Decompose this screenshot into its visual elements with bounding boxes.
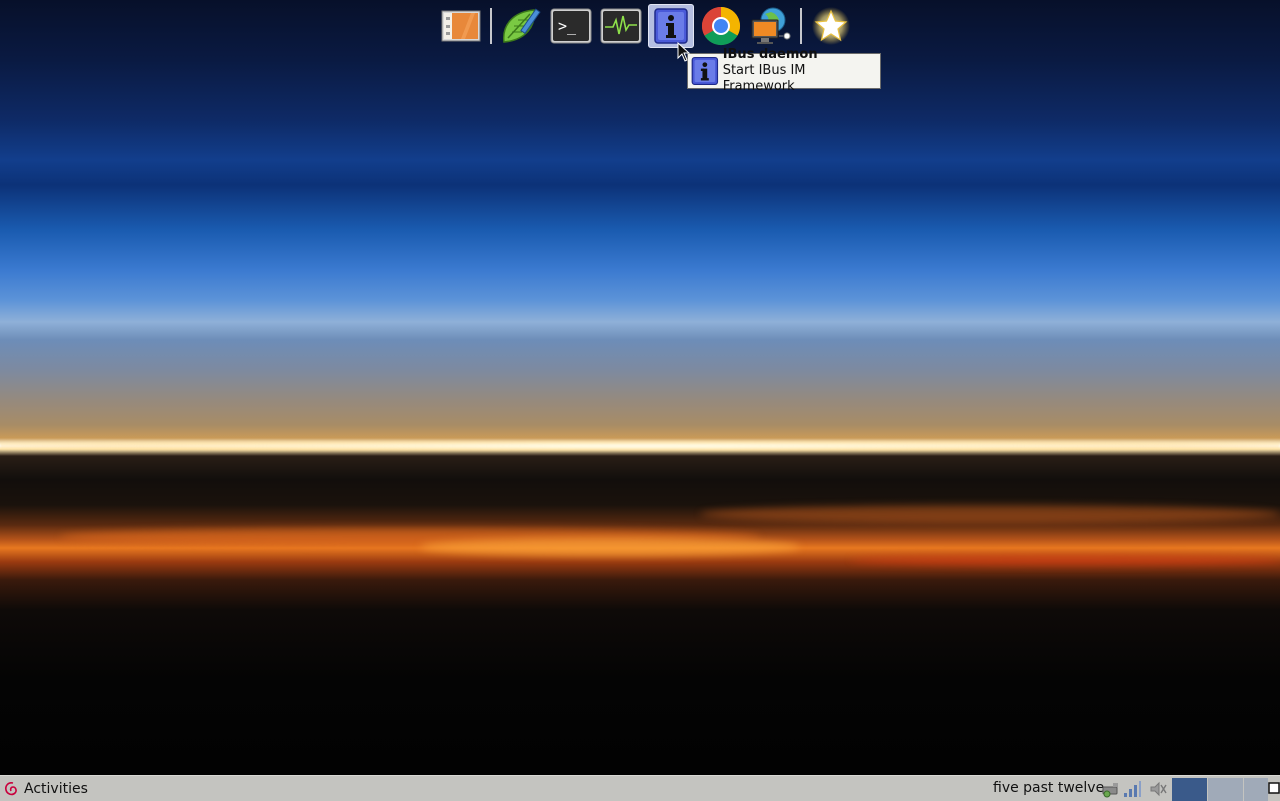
wallpaper-cloud-band: [700, 505, 1280, 523]
dock-item-file-manager[interactable]: [438, 4, 484, 48]
application-dock: >_: [436, 3, 856, 49]
activities-label: Activities: [24, 781, 88, 797]
dock-item-favorites[interactable]: [808, 4, 854, 48]
svg-text:>_: >_: [558, 17, 577, 35]
tooltip-description: Start IBus IM Framework: [722, 63, 806, 94]
info-icon: [691, 56, 719, 86]
dock-separator: [490, 8, 492, 44]
wallpaper-cloud-band: [850, 555, 1280, 565]
horizon-glow: [0, 441, 1280, 451]
show-desktop-icon[interactable]: [1268, 781, 1280, 795]
workspace-1[interactable]: [1172, 778, 1207, 801]
dock-separator: [800, 8, 802, 44]
file-manager-icon: [441, 10, 481, 42]
mouse-cursor-icon: [677, 42, 691, 62]
debian-swirl-icon: [5, 782, 17, 796]
workspace-3[interactable]: [1244, 778, 1268, 801]
dock-item-system-monitor[interactable]: [598, 4, 644, 48]
activities-button[interactable]: Activities: [4, 778, 88, 800]
signal-strength-icon[interactable]: [1122, 779, 1142, 799]
dock-item-network[interactable]: [748, 4, 794, 48]
dock-item-text-editor[interactable]: [498, 4, 544, 48]
network-wired-icon[interactable]: [1101, 779, 1121, 799]
tooltip-title: IBus daemon: [722, 47, 818, 62]
clock[interactable]: five past twelve: [993, 780, 1104, 796]
leaf-pen-icon: [503, 8, 541, 43]
info-icon: [654, 8, 688, 44]
tooltip: IBus daemon Start IBus IM Framework: [687, 47, 881, 94]
desktop-wallpaper: [0, 0, 1280, 775]
wallpaper-cloud-band: [420, 538, 800, 556]
chrome-icon: [701, 6, 741, 46]
system-monitor-icon: [600, 8, 642, 44]
terminal-icon: >_: [550, 8, 592, 44]
network-globe-icon: [751, 7, 791, 44]
dock-item-chrome[interactable]: [698, 4, 744, 48]
taskbar: Activities five past twelve: [0, 775, 1280, 801]
dock-item-terminal[interactable]: >_: [548, 4, 594, 48]
workspace-2[interactable]: [1208, 778, 1243, 801]
volume-muted-icon[interactable]: [1148, 779, 1168, 799]
star-icon: [812, 7, 850, 45]
